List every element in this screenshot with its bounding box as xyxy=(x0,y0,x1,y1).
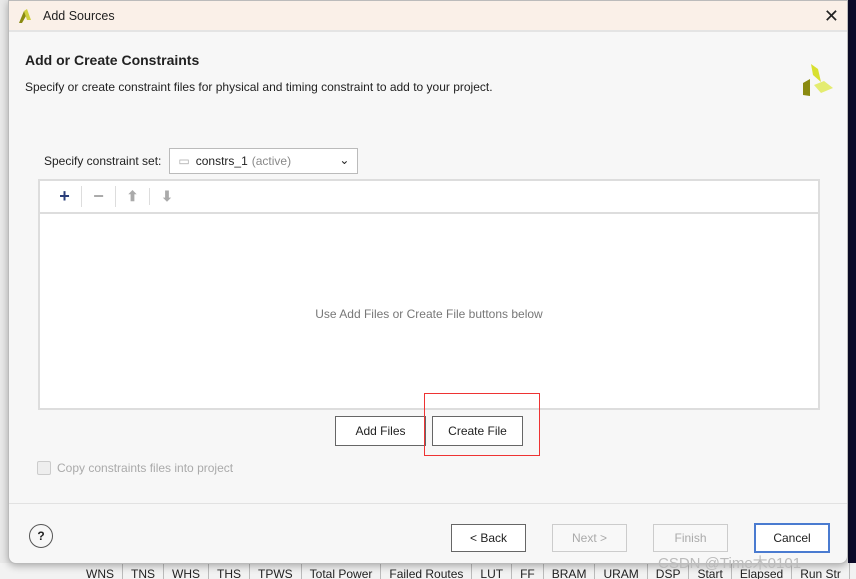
column-header: BRAM xyxy=(544,563,596,579)
empty-list-message: Use Add Files or Create File buttons bel… xyxy=(315,307,543,321)
divider xyxy=(9,503,847,504)
highlight-box xyxy=(424,393,540,456)
cancel-button[interactable]: Cancel xyxy=(754,523,830,553)
column-header: Total Power xyxy=(302,563,382,579)
add-files-button[interactable]: Add Files xyxy=(335,416,426,446)
add-icon[interactable]: + xyxy=(48,186,82,207)
watermark: CSDN @Time木0101 xyxy=(658,555,802,572)
column-header: LUT xyxy=(472,563,513,579)
background-app xyxy=(848,0,856,579)
next-button[interactable]: Next > xyxy=(552,524,627,552)
xilinx-logo-icon xyxy=(803,64,833,96)
column-header: WNS xyxy=(78,563,123,579)
column-header: THS xyxy=(209,563,250,579)
back-button[interactable]: < Back xyxy=(451,524,526,552)
folder-icon: ▭ xyxy=(178,154,190,168)
move-up-icon[interactable]: ⬆ xyxy=(116,188,150,205)
column-header: FF xyxy=(512,563,544,579)
add-sources-dialog: Add Sources ✕ Add or Create Constraints … xyxy=(8,0,848,564)
help-button[interactable]: ? xyxy=(29,524,53,548)
constraint-set-row: Specify constraint set: ▭ constrs_1 (act… xyxy=(44,148,359,174)
copy-constraints-checkbox[interactable]: Copy constraints files into project xyxy=(37,461,233,475)
constraint-set-value: constrs_1 xyxy=(195,154,248,168)
constraint-set-dropdown[interactable]: ▭ constrs_1 (active) ⌄ xyxy=(169,148,359,174)
chevron-down-icon: ⌄ xyxy=(339,153,350,167)
column-header: Failed Routes xyxy=(381,563,473,579)
column-header: TPWS xyxy=(250,563,302,579)
remove-icon[interactable]: − xyxy=(82,186,116,207)
checkbox-label: Copy constraints files into project xyxy=(57,461,234,475)
finish-button[interactable]: Finish xyxy=(653,524,728,552)
constraint-set-label: Specify constraint set: xyxy=(44,154,162,168)
files-toolbar: + − ⬆ ⬇ xyxy=(40,181,818,214)
column-header: URAM xyxy=(595,563,648,579)
move-down-icon[interactable]: ⬇ xyxy=(150,188,184,205)
constraint-files-panel: + − ⬆ ⬇ Use Add Files or Create File but… xyxy=(38,179,820,410)
column-header: WHS xyxy=(164,563,209,579)
dialog-title: Add Sources xyxy=(43,8,115,23)
column-header: TNS xyxy=(123,563,164,579)
page-heading: Add or Create Constraints xyxy=(25,52,200,68)
checkbox[interactable] xyxy=(37,461,51,475)
page-description: Specify or create constraint files for p… xyxy=(25,80,493,94)
vivado-logo-icon xyxy=(19,8,31,23)
title-bar: Add Sources xyxy=(9,1,847,32)
close-icon[interactable]: ✕ xyxy=(824,7,839,25)
constraint-set-status: (active) xyxy=(251,154,292,168)
